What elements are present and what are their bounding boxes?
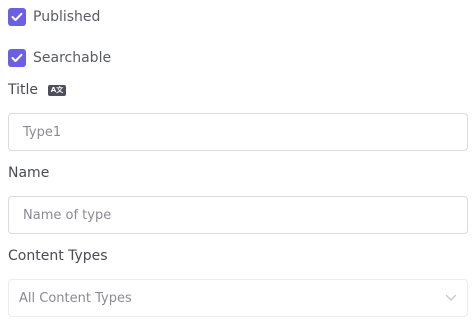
- content-types-select[interactable]: All Content Types: [8, 279, 468, 317]
- check-icon: [11, 53, 23, 62]
- translate-badge-text: A文: [50, 85, 64, 94]
- searchable-label: Searchable: [33, 50, 112, 66]
- name-input-placeholder: Name of type: [23, 207, 112, 223]
- name-label: Name: [8, 165, 50, 181]
- content-types-label: Content Types: [8, 248, 108, 264]
- searchable-checkbox[interactable]: [8, 49, 26, 67]
- translate-icon: A文: [48, 84, 67, 96]
- name-input[interactable]: Name of type: [8, 196, 468, 234]
- content-types-selected: All Content Types: [19, 290, 132, 306]
- title-field-label: Title A文: [8, 82, 67, 98]
- published-checkbox-row[interactable]: Published: [8, 8, 100, 26]
- published-label: Published: [33, 9, 101, 25]
- title-input[interactable]: Type1: [8, 113, 468, 151]
- title-input-value: Type1: [23, 124, 62, 140]
- check-icon: [11, 12, 23, 21]
- content-types-field-label: Content Types: [8, 248, 108, 264]
- title-label: Title: [8, 82, 39, 98]
- chevron-down-icon: [445, 294, 457, 301]
- published-checkbox[interactable]: [8, 8, 26, 26]
- searchable-checkbox-row[interactable]: Searchable: [8, 49, 111, 67]
- name-field-label: Name: [8, 165, 49, 181]
